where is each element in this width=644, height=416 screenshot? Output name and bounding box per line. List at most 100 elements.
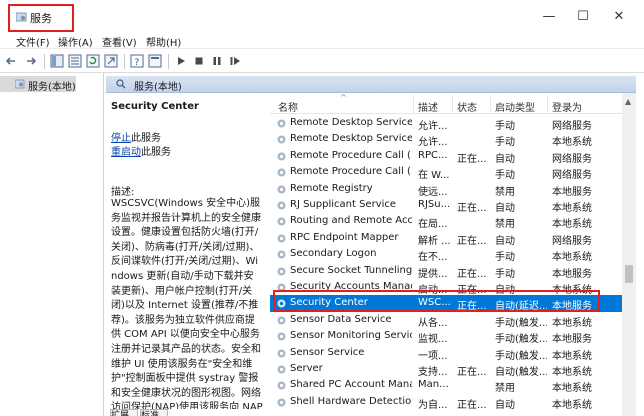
service-row[interactable]: RPC Endpoint Mapper 解析 ... 正在... 自动 网络服务 (270, 230, 622, 247)
service-row[interactable]: RJ Supplicant Service RJSu... 正在... 自动 本地系统 (270, 197, 622, 214)
back-arrow-icon[interactable] (4, 54, 18, 68)
window-title: 服务 (30, 12, 52, 25)
start-icon[interactable] (174, 54, 188, 68)
tab-extended[interactable]: 扩展 (110, 409, 138, 416)
service-desc-cell: 为自... (418, 399, 448, 411)
sort-ascending-icon: ^ (340, 93, 347, 102)
stop-icon[interactable] (192, 54, 206, 68)
service-name-cell: Secure Socket Tunneling ... (290, 264, 412, 276)
column-divider[interactable] (413, 95, 414, 112)
service-row[interactable]: Secondary Logon 在不... 手动 本地系统 (270, 246, 622, 264)
service-status-cell: 正在... (457, 367, 487, 378)
help-icon[interactable]: ? (130, 54, 144, 68)
service-logon-cell: 本地系统 (552, 252, 592, 264)
service-desc-cell: 一项... (418, 350, 448, 362)
service-status-cell: 正在... (457, 235, 487, 247)
service-desc-cell: RPC... (418, 149, 448, 161)
service-row[interactable]: Routing and Remote Acc... 在局... 禁用 本地系统 (270, 213, 622, 230)
service-gear-icon (277, 316, 286, 325)
service-status-cell: 正在... (457, 203, 487, 214)
column-divider[interactable] (452, 95, 453, 112)
service-desc-cell: 允许... (418, 137, 448, 149)
service-logon-cell: 本地系统 (552, 317, 592, 329)
column-header-startup-type[interactable]: 启动类型 (495, 99, 535, 114)
scrollbar-thumb[interactable] (625, 265, 633, 283)
service-row[interactable]: Remote Procedure Call (... RPC... 正在... 自动 网… (270, 148, 622, 165)
service-row[interactable]: Sensor Data Service 从各... 手动(触发... 本地系统 (270, 312, 622, 329)
service-row[interactable]: Remote Desktop Services 允许... 手动 网络服务 (270, 115, 622, 132)
panel-header-label: 服务(本地) (134, 82, 182, 93)
column-header-name[interactable]: 名称 (278, 99, 298, 114)
menu-action[interactable]: 操作(A) (58, 34, 93, 49)
tab-extended-label: 扩展 (111, 411, 130, 416)
vertical-scrollbar[interactable]: ▲ (622, 93, 636, 416)
toolbar-separator (124, 54, 125, 69)
forward-arrow-icon[interactable] (24, 54, 38, 68)
service-desc-cell: 支持... (418, 367, 448, 378)
pause-icon[interactable] (210, 54, 224, 68)
refresh-icon[interactable] (86, 54, 100, 68)
service-startup-cell: 手动 (495, 137, 515, 149)
service-row[interactable]: Secure Socket Tunneling ... 提供... 正在... 手动 本… (270, 263, 622, 280)
service-logon-cell: 本地服务 (552, 186, 592, 198)
services-app-icon (16, 12, 27, 22)
service-name-cell: Remote Procedure Call (... (290, 149, 412, 161)
service-startup-cell: 自动 (495, 399, 515, 411)
restart-service-suffix: 此服务 (141, 147, 171, 158)
tab-standard[interactable]: 标准 (140, 409, 168, 416)
services-list: ^ 名称 描述 状态 启动类型 登录为 Remote Desktop Servi… (270, 93, 622, 416)
minimize-button[interactable]: — (534, 6, 564, 28)
service-gear-icon (277, 152, 286, 161)
menu-help[interactable]: 帮助(H) (146, 34, 181, 49)
service-desc-cell: RJSu... (418, 199, 451, 210)
service-row[interactable]: Sensor Service 一项... 手动(触发... 本地系统 (270, 345, 622, 362)
column-header-status[interactable]: 状态 (457, 99, 477, 114)
menu-bar: 文件(F) 操作(A) 查看(V) 帮助(H) (0, 32, 644, 49)
service-desc-cell: 在 W... (418, 170, 450, 182)
service-row[interactable]: Remote Desktop Services ... 允许... 手动 本地系统 (270, 131, 622, 149)
service-name-cell: Shared PC Account Mana... (290, 379, 412, 391)
service-logon-cell: 本地系统 (552, 350, 592, 362)
show-hide-tree-icon[interactable] (50, 54, 64, 68)
column-header-logon-as[interactable]: 登录为 (552, 99, 582, 114)
export-list-icon[interactable] (104, 54, 118, 68)
service-name-cell: Server (290, 363, 323, 374)
service-row[interactable]: Server 支持... 正在... 自动(触发... 本地系统 (270, 361, 622, 378)
service-logon-cell: 本地服务 (552, 268, 592, 280)
service-row[interactable]: Shared PC Account Mana... Man... 禁用 本地系统 (270, 377, 622, 395)
service-row[interactable]: Shell Hardware Detection 为自... 正在... 自动 本地系统 (270, 394, 622, 411)
menu-view[interactable]: 查看(V) (102, 34, 137, 49)
service-gear-icon (277, 365, 286, 374)
service-row[interactable]: Remote Registry 使远... 禁用 本地服务 (270, 181, 622, 198)
menu-file[interactable]: 文件(F) (16, 34, 50, 49)
service-gear-icon (277, 135, 286, 144)
toolbar-separator (168, 54, 169, 69)
search-icon (116, 79, 126, 89)
service-startup-cell: 手动 (495, 121, 515, 132)
service-desc-cell: 允许... (418, 121, 448, 132)
tree-item-services-local[interactable]: 服务(本地) (0, 76, 76, 93)
restart-service-link[interactable]: 重启动 (111, 147, 141, 158)
service-name-cell: Remote Desktop Services ... (290, 133, 412, 145)
service-gear-icon (277, 185, 286, 194)
properties-icon[interactable] (148, 54, 162, 68)
service-startup-cell: 禁用 (495, 383, 515, 395)
toolbar: ? (0, 48, 644, 73)
service-row[interactable]: Sensor Monitoring Service 监视... 手动(触发... 本地… (270, 328, 622, 345)
console-tree: 服务(本地) (0, 73, 104, 416)
restart-icon[interactable] (228, 54, 242, 68)
column-header-description[interactable]: 描述 (418, 99, 438, 114)
maximize-button[interactable]: ☐ (568, 6, 598, 28)
service-name-cell: Remote Procedure Call (... (290, 166, 412, 178)
service-startup-cell: 自动 (495, 153, 515, 165)
service-gear-icon (277, 201, 286, 210)
service-desc-cell: 提供... (418, 268, 448, 280)
column-divider[interactable] (490, 95, 491, 112)
scroll-up-arrow-icon[interactable]: ▲ (625, 97, 631, 106)
service-logon-cell: 网络服务 (552, 121, 592, 132)
description-label: 描述: (111, 187, 135, 198)
close-button[interactable]: ✕ (604, 6, 634, 28)
list-view-icon[interactable] (68, 54, 82, 68)
service-row[interactable]: Remote Procedure Call (... 在 W... 手动 网络服务 (270, 164, 622, 182)
column-divider[interactable] (547, 95, 548, 112)
